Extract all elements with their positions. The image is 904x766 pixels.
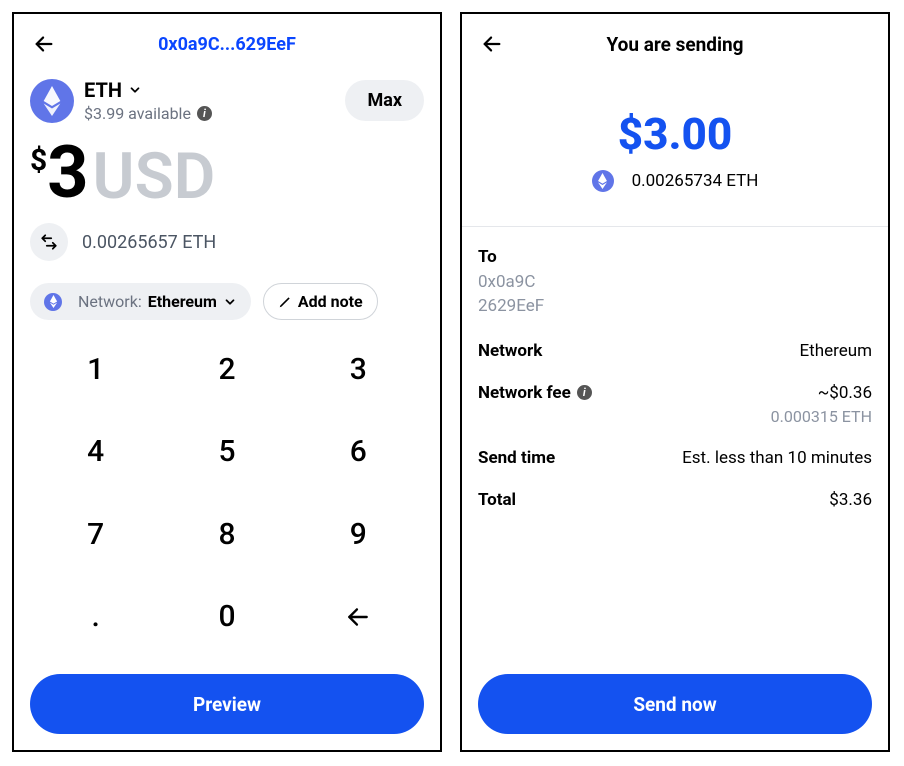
- eth-icon: [30, 79, 74, 123]
- detail-send-time: Send time Est. less than 10 minutes: [478, 448, 872, 468]
- key-0[interactable]: 0: [161, 586, 292, 648]
- amount-value: 3: [47, 137, 88, 209]
- network-selector[interactable]: Network: Ethereum: [30, 283, 251, 320]
- eth-icon: [44, 293, 62, 311]
- amount-usd: $3.00: [478, 108, 872, 160]
- add-note-button[interactable]: Add note: [263, 283, 378, 320]
- spacer: [478, 510, 872, 668]
- chevron-down-icon: [128, 83, 142, 97]
- amount-crypto-row: 0.00265734 ETH: [478, 170, 872, 192]
- swap-icon: [40, 233, 58, 251]
- eth-icon: [592, 170, 614, 192]
- amount-summary: $3.00 0.00265734 ETH: [478, 108, 872, 192]
- key-5[interactable]: 5: [161, 421, 292, 483]
- key-2[interactable]: 2: [161, 338, 292, 400]
- chevron-down-icon: [223, 295, 237, 309]
- currency-code: USD: [93, 145, 216, 209]
- send-confirm-screen: You are sending $3.00 0.00265734 ETH To …: [460, 12, 890, 752]
- fee-values: ~$0.36 0.000315 ETH: [771, 383, 872, 426]
- amount-crypto: 0.00265734 ETH: [632, 171, 759, 191]
- key-9[interactable]: 9: [293, 503, 424, 565]
- send-now-button[interactable]: Send now: [478, 674, 872, 734]
- detail-total: Total $3.36: [478, 490, 872, 510]
- key-4[interactable]: 4: [30, 421, 161, 483]
- key-6[interactable]: 6: [293, 421, 424, 483]
- asset-info: ETH $3.99 available i: [84, 78, 212, 123]
- converted-amount: 0.00265657 ETH: [82, 232, 216, 253]
- options-row: Network: Ethereum Add note: [30, 283, 424, 320]
- page-title: You are sending: [506, 33, 844, 56]
- available-balance: $3.99 available i: [84, 104, 212, 123]
- total-label: Total: [478, 490, 516, 510]
- header: 0x0a9C...629EeF: [30, 28, 424, 60]
- arrow-left-icon: [33, 33, 55, 55]
- header: You are sending: [478, 28, 872, 60]
- fee-usd: ~$0.36: [771, 383, 872, 403]
- network-value: Ethereum: [148, 292, 217, 311]
- back-button[interactable]: [478, 30, 506, 58]
- asset-symbol: ETH: [84, 78, 122, 102]
- network-value: Ethereum: [800, 341, 873, 361]
- send-time-value: Est. less than 10 minutes: [682, 448, 872, 468]
- max-button[interactable]: Max: [345, 80, 424, 121]
- to-address: 0x0a9C 2629EeF: [478, 271, 872, 319]
- key-1[interactable]: 1: [30, 338, 161, 400]
- amount-display: $ 3 USD: [30, 137, 424, 209]
- detail-to: To 0x0a9C 2629EeF: [478, 247, 872, 319]
- to-label: To: [478, 247, 872, 267]
- asset-selector-row: ETH $3.99 available i Max: [30, 78, 424, 123]
- divider: [462, 226, 888, 227]
- fee-crypto: 0.000315 ETH: [771, 407, 872, 426]
- preview-button[interactable]: Preview: [30, 674, 424, 734]
- arrow-left-icon: [481, 33, 503, 55]
- conversion-row: 0.00265657 ETH: [30, 223, 424, 261]
- asset-selector[interactable]: ETH: [84, 78, 212, 102]
- network-label: Network:: [78, 292, 142, 311]
- pencil-icon: [278, 295, 292, 309]
- transaction-details: To 0x0a9C 2629EeF Network Ethereum Netwo…: [478, 247, 872, 510]
- detail-network: Network Ethereum: [478, 341, 872, 361]
- ethereum-glyph-icon: [41, 86, 63, 116]
- numeric-keypad: 1 2 3 4 5 6 7 8 9 . 0: [30, 338, 424, 668]
- key-backspace[interactable]: [293, 586, 424, 648]
- recipient-address[interactable]: 0x0a9C...629EeF: [58, 34, 396, 55]
- key-7[interactable]: 7: [30, 503, 161, 565]
- key-dot[interactable]: .: [30, 586, 161, 648]
- currency-symbol: $: [30, 143, 47, 178]
- swap-currency-button[interactable]: [30, 223, 68, 261]
- network-label: Network: [478, 341, 542, 361]
- fee-label: Network fee i: [478, 383, 592, 403]
- total-value: $3.36: [829, 490, 872, 510]
- info-icon[interactable]: i: [197, 106, 212, 121]
- key-8[interactable]: 8: [161, 503, 292, 565]
- info-icon[interactable]: i: [577, 385, 592, 400]
- detail-network-fee: Network fee i ~$0.36 0.000315 ETH: [478, 383, 872, 426]
- send-time-label: Send time: [478, 448, 555, 468]
- key-3[interactable]: 3: [293, 338, 424, 400]
- send-entry-screen: 0x0a9C...629EeF ETH $3.99 available i Ma…: [12, 12, 442, 752]
- back-button[interactable]: [30, 30, 58, 58]
- arrow-left-icon: [345, 604, 371, 630]
